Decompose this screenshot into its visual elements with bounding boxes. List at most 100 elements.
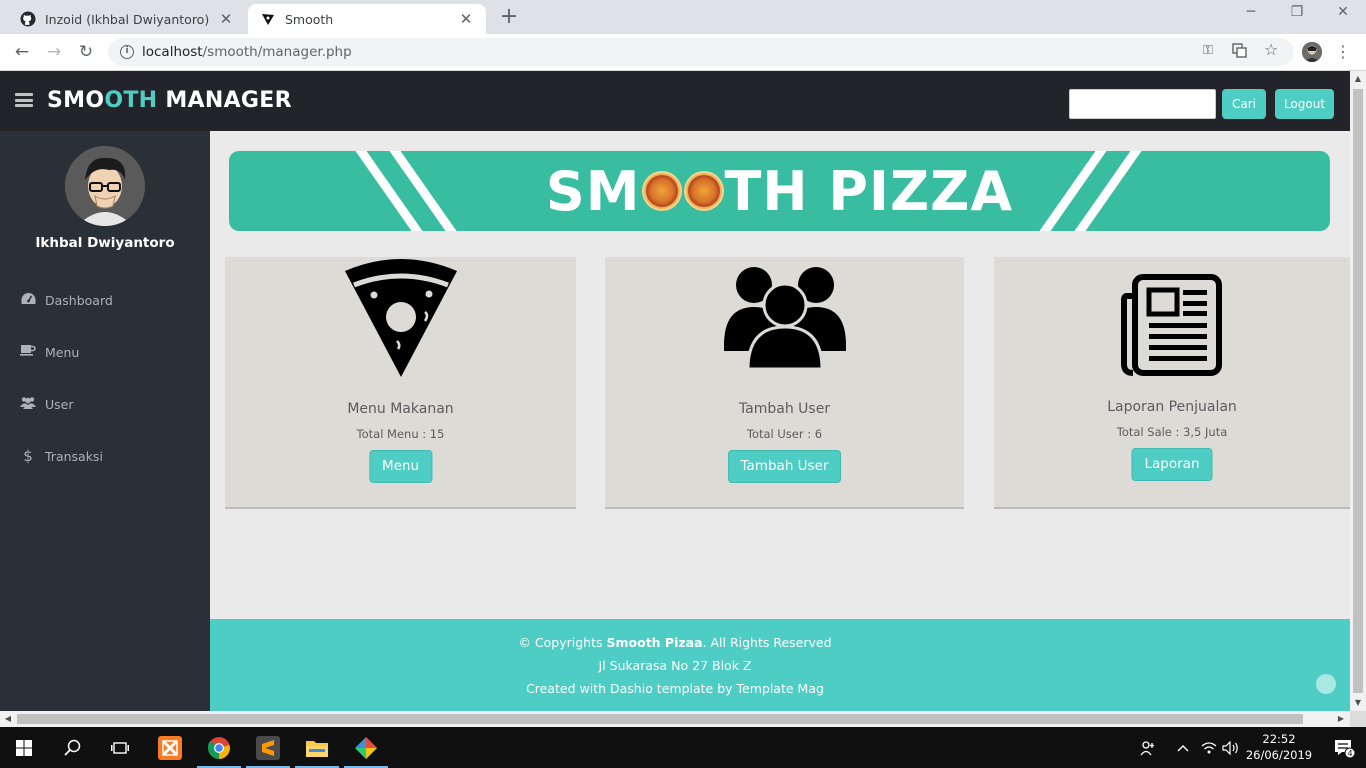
sidebar-item-user[interactable]: User (0, 389, 210, 419)
vertical-scrollbar[interactable]: ▲ ▼ (1350, 71, 1366, 711)
windows-icon (16, 739, 32, 756)
windows-taskbar: 22:52 26/06/2019 4 (0, 727, 1366, 768)
sidebar-item-label: Transaksi (45, 448, 103, 464)
task-view-button[interactable] (96, 727, 144, 768)
logout-button[interactable]: Logout (1275, 89, 1334, 119)
close-tab-icon[interactable]: ✕ (458, 10, 474, 28)
close-tab-icon[interactable]: ✕ (218, 10, 234, 28)
banner-title: SM TH PIZZA (229, 151, 1330, 231)
sidebar-item-label: Menu (45, 344, 80, 360)
notification-center-button[interactable]: 4 (1322, 727, 1366, 768)
users-group-icon (723, 265, 846, 373)
sidebar: Ikhbal Dwiyantoro Dashboard Menu User $ … (0, 131, 210, 711)
app-header: SMOOTH MANAGER Cari Logout (0, 71, 1350, 131)
coffee-icon (20, 344, 36, 360)
footer-credit: Created with Dashio template by Template… (526, 681, 824, 696)
laporan-button[interactable]: Laporan (1131, 448, 1213, 481)
card-title: Tambah User (738, 401, 831, 417)
card-subtitle: Total User : 6 (746, 427, 823, 441)
sidebar-item-label: User (45, 396, 74, 412)
chevron-up-icon[interactable] (1172, 727, 1194, 768)
dollar-icon: $ (23, 447, 33, 465)
vertical-scroll-thumb[interactable] (1353, 89, 1363, 693)
dashboard-icon (20, 292, 36, 309)
search-button[interactable]: Cari (1222, 89, 1266, 119)
browser-tab-github[interactable]: Inzoid (Ikhbal Dwiyantoro) ✕ (8, 4, 246, 34)
logo-text-suffix: MANAGER (157, 88, 292, 113)
clock-date: 26/06/2019 (1245, 748, 1313, 762)
tab-title: Smooth (285, 11, 334, 27)
search-input[interactable] (1069, 89, 1216, 119)
forward-button[interactable]: → (41, 40, 67, 64)
back-to-top-button[interactable] (1316, 674, 1336, 694)
volume-icon[interactable] (1220, 727, 1242, 768)
url-path: /smooth/manager.php (202, 44, 352, 60)
chrome-taskbar-item[interactable] (195, 727, 243, 768)
scroll-left-arrow-icon[interactable]: ◀ (3, 714, 13, 724)
pizza-o-icon (683, 171, 724, 211)
sublime-taskbar-item[interactable] (244, 727, 292, 768)
card-subtitle: Total Menu : 15 (356, 427, 445, 441)
card-laporan-penjualan: Laporan Penjualan Total Sale : 3,5 Juta … (994, 257, 1350, 509)
chrome-icon (207, 736, 230, 759)
tambah-user-button[interactable]: Tambah User (727, 450, 842, 483)
hamburger-menu-icon[interactable] (15, 93, 33, 107)
scroll-up-arrow-icon[interactable]: ▲ (1353, 74, 1363, 84)
notification-icon: 4 (1335, 739, 1355, 758)
profile-avatar[interactable] (1302, 42, 1322, 62)
app-logo[interactable]: SMOOTH MANAGER (47, 88, 292, 113)
app-taskbar-item[interactable] (342, 727, 390, 768)
sidebar-item-dashboard[interactable]: Dashboard (0, 285, 210, 315)
clock-time: 22:52 (1262, 732, 1296, 746)
scroll-right-arrow-icon[interactable]: ▶ (1336, 714, 1346, 724)
new-tab-button[interactable]: + (497, 6, 521, 30)
banner-title-text-suffix: TH PIZZA (724, 159, 1014, 223)
close-window-button[interactable]: ✕ (1320, 4, 1366, 26)
diamond-app-icon (355, 736, 377, 759)
card-tambah-user: Tambah User Total User : 6 Tambah User (605, 257, 964, 509)
info-icon[interactable]: i (120, 45, 134, 59)
browser-tab-smooth[interactable]: Smooth ✕ (248, 4, 486, 34)
minimize-button[interactable]: ─ (1228, 4, 1274, 26)
menu-button[interactable]: Menu (368, 450, 433, 483)
bookmark-star-icon[interactable]: ☆ (1262, 40, 1280, 59)
search-taskbar-button[interactable] (48, 727, 96, 768)
key-icon[interactable]: ⚿ (1199, 43, 1217, 61)
notification-count: 4 (1347, 749, 1352, 758)
newspaper-icon (1121, 274, 1223, 380)
logo-accent-text: OTH (104, 88, 158, 113)
main-content: SM TH PIZZA Menu Makanan Total Menu : 15 … (210, 131, 1350, 619)
address-bar[interactable]: i localhost/smooth/manager.php (108, 38, 1294, 66)
smooth-favicon-icon (260, 11, 276, 27)
user-name: Ikhbal Dwiyantoro (35, 235, 175, 251)
pizza-slice-icon (341, 257, 461, 383)
horizontal-scrollbar[interactable]: ◀ ▶ (0, 711, 1350, 727)
pizza-o-icon (641, 171, 682, 211)
browser-tabstrip: Inzoid (Ikhbal Dwiyantoro) ✕ Smooth ✕ + … (0, 0, 1366, 34)
xampp-taskbar-item[interactable] (146, 727, 194, 768)
network-icon[interactable] (1198, 727, 1220, 768)
file-explorer-taskbar-item[interactable] (293, 727, 341, 768)
task-view-icon (111, 741, 129, 754)
sidebar-item-transaksi[interactable]: $ Transaksi (0, 441, 210, 471)
smooth-pizza-banner: SM TH PIZZA (229, 151, 1330, 231)
users-icon (20, 396, 36, 413)
sublime-text-icon (256, 735, 280, 760)
footer-brand: Smooth Pizaa (606, 635, 703, 650)
card-title: Menu Makanan (347, 401, 454, 417)
restore-button[interactable]: ❐ (1274, 4, 1320, 26)
footer-address: Jl Sukarasa No 27 Blok Z (598, 658, 752, 673)
taskbar-clock[interactable]: 22:52 26/06/2019 (1244, 731, 1314, 763)
start-button[interactable] (0, 727, 48, 768)
reload-button[interactable]: ↻ (73, 40, 99, 64)
people-icon[interactable] (1136, 727, 1160, 768)
copyright-prefix: © Copyrights (518, 635, 607, 650)
scroll-down-arrow-icon[interactable]: ▼ (1353, 698, 1363, 708)
horizontal-scroll-thumb[interactable] (17, 714, 1303, 724)
back-button[interactable]: ← (9, 40, 35, 64)
browser-menu-icon[interactable]: ⋮ (1335, 42, 1351, 62)
translate-icon[interactable] (1230, 43, 1248, 61)
folder-icon (306, 740, 328, 757)
url-host: localhost (142, 44, 203, 60)
sidebar-item-menu[interactable]: Menu (0, 337, 210, 367)
